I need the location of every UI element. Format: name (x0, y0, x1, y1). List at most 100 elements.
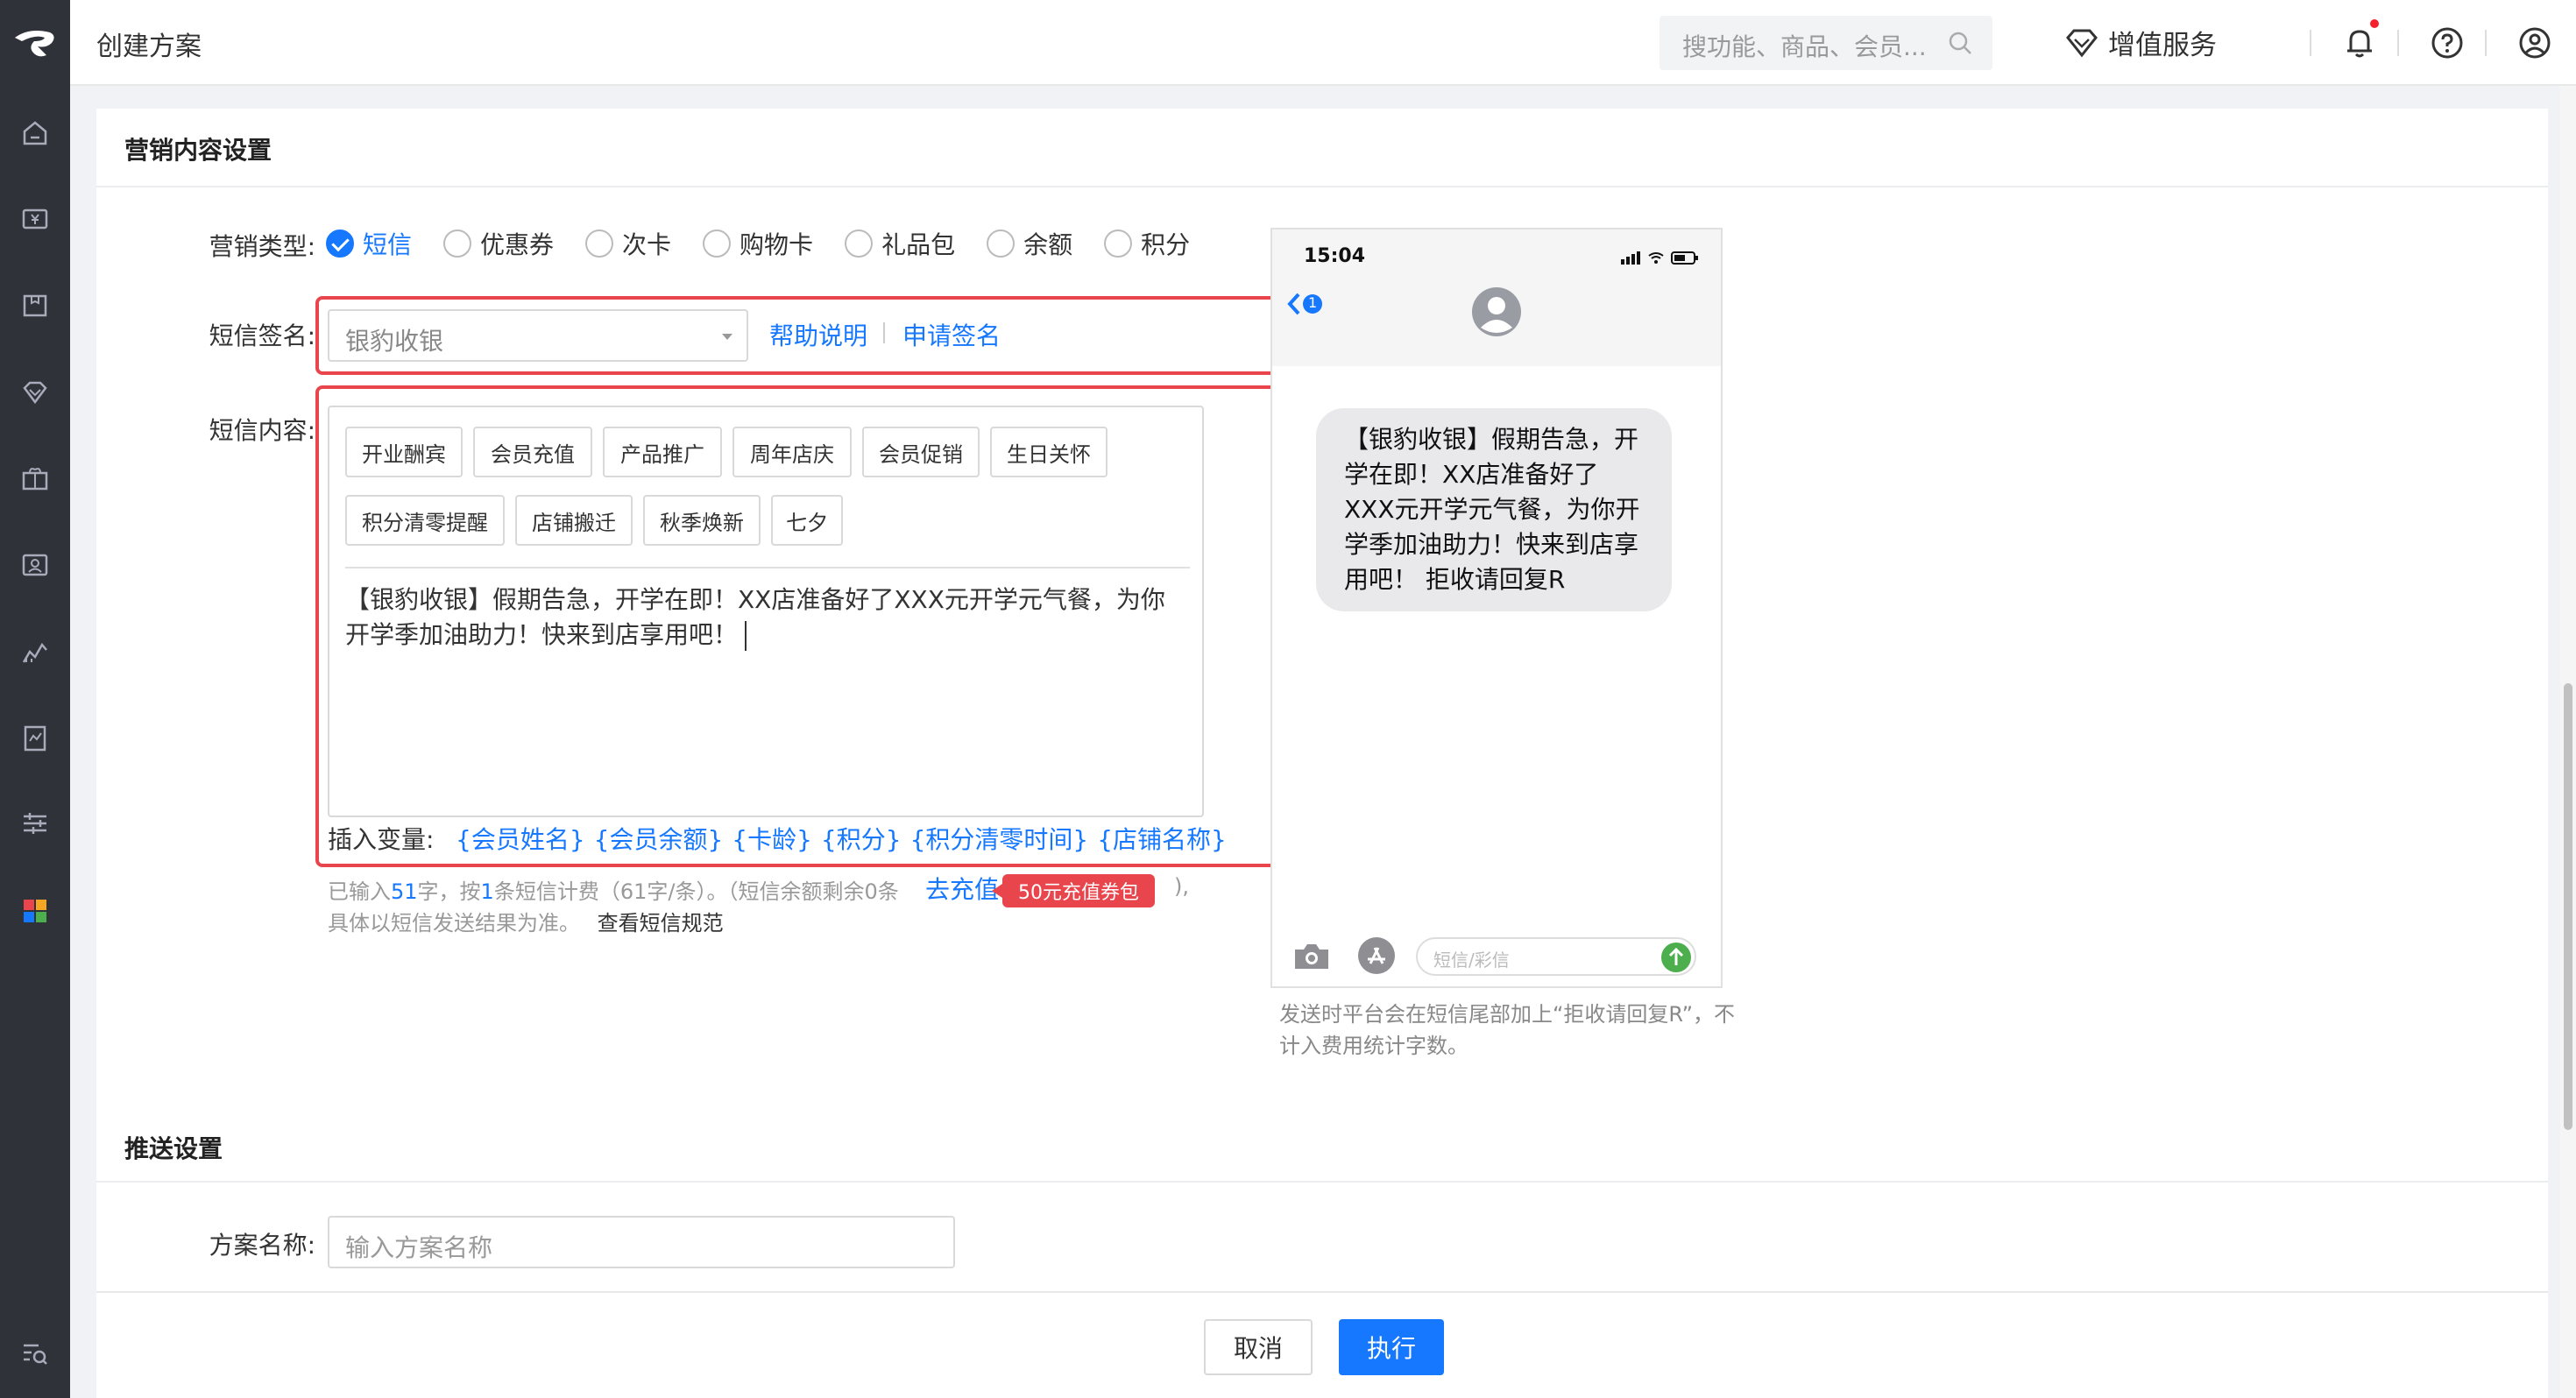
template-tag[interactable]: 生日关怀 (990, 427, 1108, 477)
send-arrow-icon (1661, 943, 1691, 972)
link-divider (883, 322, 885, 343)
marketing-icon (22, 468, 48, 491)
notification-dot (2370, 19, 2379, 28)
plan-name-input[interactable]: 输入方案名称 (328, 1216, 955, 1268)
signature-select[interactable]: 银豹收银 (328, 309, 748, 362)
phone-time: 15:04 (1304, 245, 1366, 267)
cashier-icon (22, 208, 48, 229)
chart-icon (22, 642, 47, 663)
page-title: 创建方案 (96, 32, 202, 62)
chevron-down-icon (722, 334, 732, 340)
template-tag[interactable]: 开业酬宾 (345, 427, 463, 477)
hint-text: 具体以短信发送结果为准。 (328, 911, 580, 936)
insert-variable-label: 插入变量: (328, 825, 435, 854)
sidebar-item-report[interactable] (0, 625, 70, 678)
sidebar-item-member[interactable] (0, 538, 70, 590)
plan-name-label: 方案名称: (209, 1231, 315, 1260)
sms-spec-link[interactable]: 查看短信规范 (598, 911, 724, 936)
scrollbar-thumb[interactable] (2564, 683, 2572, 1130)
sidebar-item-home[interactable] (0, 107, 70, 159)
insert-variable-link[interactable]: {卡龄} (732, 821, 812, 856)
global-search-input[interactable]: 搜功能、商品、会员... (1660, 16, 1992, 70)
radio-type-5[interactable]: 余额 (987, 226, 1072, 261)
divider (2397, 30, 2399, 56)
back-count: 1 (1308, 294, 1318, 311)
radio-type-1[interactable]: 优惠券 (443, 226, 554, 261)
template-tag[interactable]: 产品推广 (603, 427, 722, 477)
sms-content-editor[interactable]: 开业酬宾 会员充值 产品推广 周年店庆 会员促销 生日关怀积分清零提醒 店铺搬迁 秋季焕新 七夕… (328, 406, 1204, 817)
help-link[interactable]: 帮助说明 (769, 317, 867, 352)
char-count-hint: 已输入51字，按1条短信计费（61字/条）。（短信余额剩余0条 (328, 874, 899, 905)
radio-type-0[interactable]: 短信 (326, 226, 412, 261)
user-avatar-icon[interactable] (2515, 23, 2555, 63)
camera-icon (1295, 944, 1328, 969)
radio-circle (703, 229, 732, 258)
phone-input-placeholder: 短信/彩信 (1433, 950, 1510, 971)
execute-button[interactable]: 执行 (1339, 1319, 1444, 1375)
template-tag[interactable]: 秋季焕新 (643, 495, 761, 546)
template-tag[interactable]: 会员促销 (862, 427, 980, 477)
radio-type-6[interactable]: 积分 (1104, 226, 1190, 261)
message-bubble: 【银豹收银】假期告急，开学在即！XX店准备好了XXX元开学元气餐，为你开学季加油… (1316, 408, 1672, 611)
radio-circle (443, 229, 472, 258)
editor-divider (345, 567, 1190, 568)
radio-label: 余额 (1023, 230, 1073, 259)
radio-label: 积分 (1141, 230, 1191, 259)
sms-content-textarea[interactable]: 【银豹收银】假期告急，开学在即！XX店准备好了XXX元开学元气餐，为你开学季加油… (345, 582, 1186, 653)
member-card-icon (22, 554, 48, 576)
help-icon[interactable] (2427, 23, 2467, 63)
radio-type-2[interactable]: 次卡 (585, 226, 671, 261)
hint-text: 字，按 (417, 879, 481, 904)
logo[interactable] (0, 0, 70, 86)
radio-label: 购物卡 (740, 230, 814, 259)
recharge-coupon-badge[interactable]: 50元充值券包 (992, 874, 1155, 907)
radio-label: 礼品包 (881, 230, 956, 259)
content-label: 短信内容: (209, 416, 315, 445)
char-count: 51 (391, 879, 418, 904)
section-divider (96, 186, 2548, 187)
inventory-icon (23, 294, 47, 317)
variable-list: {会员姓名} {会员余额} {卡龄} {积分} {积分清零时间} {店铺名称} (456, 821, 1227, 856)
radio-type-3[interactable]: 购物卡 (703, 226, 813, 261)
apply-signature-link[interactable]: 申请签名 (902, 317, 1001, 352)
home-icon (23, 121, 47, 145)
sidebar-item-inventory[interactable] (0, 279, 70, 331)
insert-variable-link[interactable]: {会员余额} (594, 821, 724, 856)
sidebar-item-marketing[interactable] (0, 452, 70, 505)
sidebar-item-settings[interactable] (0, 797, 70, 850)
insert-variable-link[interactable]: {积分清零时间} (910, 821, 1089, 856)
recharge-link[interactable]: 去充值 (925, 871, 999, 906)
value-added-services-button[interactable]: 增值服务 (2064, 23, 2217, 62)
sidebar-item-vip[interactable] (0, 366, 70, 419)
template-tag[interactable]: 会员充值 (473, 427, 592, 477)
apps-icon (24, 900, 46, 922)
search-placeholder: 搜功能、商品、会员... (1682, 32, 1927, 61)
radio-circle (845, 229, 874, 258)
radio-type-4[interactable]: 礼品包 (845, 226, 955, 261)
section-title-content: 营销内容设置 (124, 136, 272, 165)
template-tag[interactable]: 七夕 (771, 495, 843, 546)
template-tag[interactable]: 店铺搬迁 (515, 495, 633, 546)
value-added-label: 增值服务 (2108, 30, 2217, 61)
footer-bar: 取消 执行 (96, 1291, 2548, 1398)
insert-variable-link[interactable]: {积分} (821, 821, 902, 856)
sidebar-item-apps[interactable] (0, 885, 70, 937)
cancel-button[interactable]: 取消 (1204, 1319, 1313, 1375)
sliders-icon (24, 813, 46, 834)
sidebar-item-help[interactable] (0, 1328, 70, 1380)
hint-tail: ), (1174, 874, 1189, 899)
plan-name-placeholder: 输入方案名称 (345, 1233, 493, 1262)
back-icon[interactable] (1286, 291, 1327, 317)
sidebar-item-cashier[interactable] (0, 193, 70, 245)
radio-circle (987, 229, 1016, 258)
sidebar-item-finance[interactable] (0, 711, 70, 764)
template-tag[interactable]: 周年店庆 (732, 427, 852, 477)
insert-variable-link[interactable]: {店铺名称} (1097, 821, 1227, 856)
hint-text: 已输入 (328, 879, 391, 904)
appstore-icon (1358, 937, 1395, 974)
insert-variable-link[interactable]: {会员姓名} (456, 821, 585, 856)
bell-icon[interactable] (2339, 23, 2380, 63)
template-tag[interactable]: 积分清零提醒 (345, 495, 505, 546)
hint-text: 条短信计费（61字/条）。（短信余额剩余0条 (493, 879, 899, 904)
marketing-type-radio-group: 短信 优惠券 次卡 购物卡 礼品包 余额 积分 (326, 226, 1221, 261)
